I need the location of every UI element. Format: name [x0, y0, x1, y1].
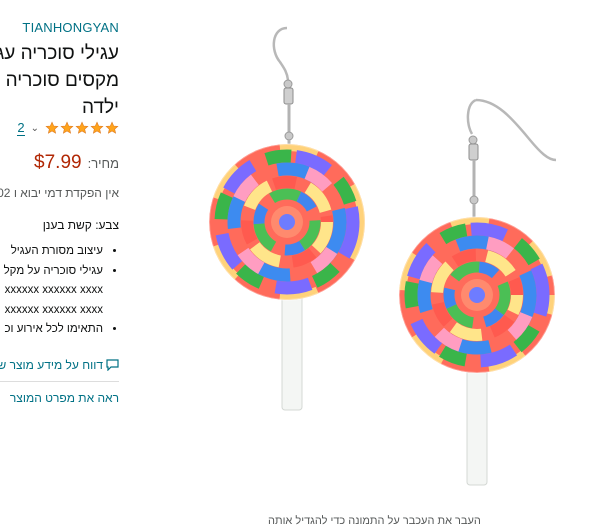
star-icon	[60, 121, 74, 134]
chevron-down-icon[interactable]: ⌄	[31, 123, 39, 134]
color-label: צבע:	[95, 218, 119, 232]
earring-right	[398, 98, 557, 486]
star-rating[interactable]	[45, 121, 119, 135]
zoom-hint: העבר את העכבר על התמונה כדי להגדיל אותה	[268, 515, 481, 527]
divider	[0, 381, 119, 382]
product-details-link[interactable]: ראה את מפרט המוצר	[10, 391, 119, 405]
report-link-label: דווח על מידע מוצר ש	[0, 358, 103, 372]
bullet-item: xxxxxx xxxxxx xxxx	[4, 284, 103, 296]
bullet-item: עגילי סוכריה על מקל	[4, 262, 103, 282]
brand-link[interactable]: TIANHONGYAN	[22, 20, 119, 35]
color-value: קשת בענן	[42, 218, 92, 232]
comment-icon	[106, 359, 119, 371]
feature-bullets: עיצוב מסורת העגיל עגילי סוכריה על מקל xx…	[4, 242, 119, 340]
rating-row: ⌄ 2	[17, 120, 119, 136]
import-deposit-text: אין הפקדת דמי יבוא ו 02	[0, 186, 119, 200]
bullet-item: xxxxxx xxxxxx xxxx	[4, 303, 103, 316]
bullet-item: התאימו לכל אירוע וכ	[4, 320, 103, 340]
price-row: מחיר: $7.99	[34, 152, 119, 174]
star-icon	[45, 121, 59, 134]
lollipop-earrings-image[interactable]	[200, 15, 580, 495]
review-count-link[interactable]: 2	[17, 120, 25, 136]
price-label: מחיר:	[87, 156, 119, 171]
star-icon	[105, 121, 119, 134]
price-value: $7.99	[34, 152, 82, 173]
earring-left	[208, 26, 366, 411]
bullet-item: עיצוב מסורת העגיל	[4, 242, 103, 262]
star-icon	[75, 121, 89, 134]
report-link[interactable]: דווח על מידע מוצר ש	[0, 358, 119, 372]
product-info-panel: TIANHONGYAN עגילי סוכריה עגולים מצוירים,…	[0, 0, 125, 525]
color-row: צבע: קשת בענן	[43, 218, 119, 232]
product-title: עגילי סוכריה עגולים מצוירים, עגילים מקסי…	[0, 43, 119, 118]
star-icon	[90, 121, 104, 134]
